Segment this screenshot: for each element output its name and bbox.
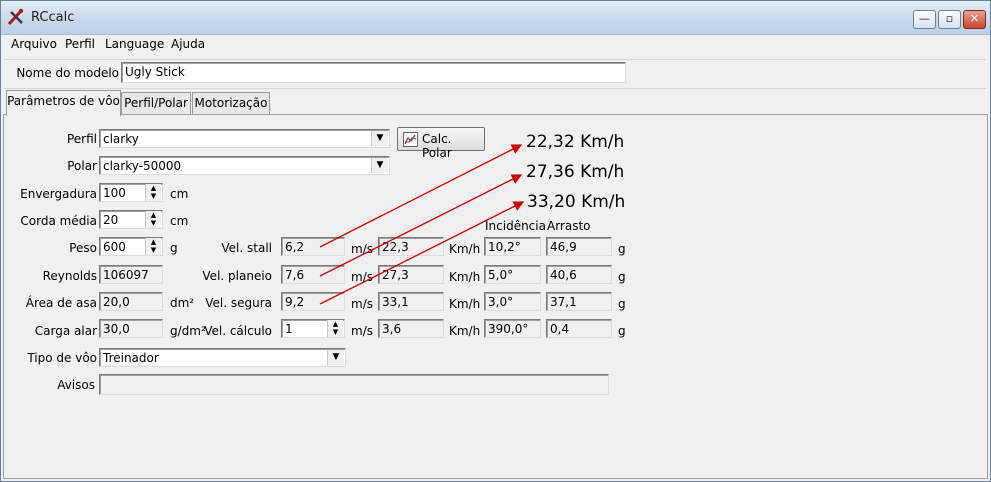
- chevron-down-icon[interactable]: ▼: [371, 131, 388, 146]
- g-unit: g: [618, 297, 626, 311]
- polar-label: Polar: [67, 159, 97, 173]
- app-window: RCcalc — ▫ ✕ Arquivo Perfil Language Aju…: [0, 0, 991, 482]
- chart-icon: [403, 132, 418, 147]
- vel-planeio-arrasto: 40,6: [546, 265, 612, 284]
- envergadura-label: Envergadura: [20, 187, 97, 201]
- minimize-button[interactable]: —: [913, 10, 936, 29]
- vel-calculo-spinner[interactable]: 1 ▲ ▼: [281, 319, 345, 338]
- kmh-unit: Km/h: [449, 324, 481, 338]
- g-unit: g: [618, 324, 626, 338]
- menu-ajuda[interactable]: Ajuda: [171, 37, 205, 51]
- chevron-down-icon[interactable]: ▼: [327, 350, 344, 365]
- model-name-input[interactable]: Ugly Stick: [121, 62, 626, 83]
- menu-language[interactable]: Language: [105, 37, 164, 51]
- vel-stall-kmh: 22,3: [378, 237, 444, 256]
- vel-segura-arrasto: 37,1: [546, 292, 612, 311]
- maximize-button[interactable]: ▫: [938, 10, 961, 29]
- vel-planeio-kmh: 27,3: [378, 265, 444, 284]
- annotation-planeio-kmh: 27,36 Km/h: [526, 162, 625, 182]
- polar-value: clarky-50000: [103, 159, 182, 173]
- vel-stall-ms: 6,2: [281, 237, 345, 256]
- envergadura-value: 100: [103, 186, 126, 200]
- ms-unit: m/s: [351, 270, 373, 284]
- tab-parametros-de-voo[interactable]: Parâmetros de vôo: [6, 90, 121, 116]
- peso-value: 600: [103, 240, 126, 254]
- calc-polar-label: Calc. Polar: [422, 132, 452, 160]
- vel-calculo-value: 1: [285, 322, 293, 336]
- model-name-label: Nome do modelo: [16, 66, 119, 80]
- g-unit: g: [618, 270, 626, 284]
- menu-bar: Arquivo Perfil Language Ajuda: [1, 35, 990, 55]
- avisos-label: Avisos: [57, 378, 95, 392]
- window-title: RCcalc: [31, 10, 75, 25]
- kmh-unit: Km/h: [449, 242, 481, 256]
- vel-stall-incidencia: 10,2°: [484, 237, 541, 256]
- ms-unit: m/s: [351, 297, 373, 311]
- spinner-arrows-icon[interactable]: ▲ ▼: [327, 320, 343, 337]
- app-icon: [7, 8, 24, 26]
- vel-segura-label: Vel. segura: [205, 296, 272, 310]
- corda-media-unit: cm: [170, 214, 189, 228]
- kmh-unit: Km/h: [449, 270, 481, 284]
- menu-arquivo[interactable]: Arquivo: [11, 37, 57, 51]
- corda-media-label: Corda média: [20, 214, 97, 228]
- close-button[interactable]: ✕: [963, 10, 986, 29]
- vel-segura-ms: 9,2: [281, 292, 345, 311]
- title-bar[interactable]: RCcalc — ▫ ✕: [1, 1, 990, 35]
- perfil-value: clarky: [103, 132, 139, 146]
- polar-select[interactable]: clarky-50000 ▼: [99, 156, 390, 175]
- peso-spinner[interactable]: 600 ▲ ▼: [99, 237, 163, 256]
- vel-planeio-label: Vel. planeio: [202, 269, 272, 283]
- tipo-voo-label: Tipo de vôo: [27, 351, 97, 365]
- tab-perfil-polar[interactable]: Perfil/Polar: [121, 92, 191, 115]
- perfil-label: Perfil: [66, 132, 97, 146]
- vel-segura-kmh: 33,1: [378, 292, 444, 311]
- annotation-stall-kmh: 22,32 Km/h: [526, 132, 625, 152]
- area-asa-value: 20,0: [99, 292, 163, 311]
- area-asa-label: Área de asa: [25, 296, 97, 310]
- calc-polar-button[interactable]: Calc. Polar: [397, 127, 485, 160]
- reynolds-label: Reynolds: [42, 269, 97, 283]
- vel-calculo-incidencia: 390,0°: [484, 319, 541, 338]
- avisos-field: [99, 374, 609, 395]
- reynolds-value: 106097: [99, 265, 163, 284]
- annotation-segura-kmh: 33,20 Km/h: [527, 192, 626, 212]
- envergadura-unit: cm: [170, 187, 189, 201]
- vel-calculo-arrasto: 0,4: [546, 319, 612, 338]
- tab-motorizacao[interactable]: Motorização: [192, 92, 270, 115]
- vel-planeio-ms: 7,6: [281, 265, 345, 284]
- ms-unit: m/s: [351, 324, 373, 338]
- g-unit: g: [618, 242, 626, 256]
- vel-calculo-label: Vel. cálculo: [204, 324, 272, 338]
- vel-stall-label: Vel. stall: [221, 241, 272, 255]
- ms-unit: m/s: [351, 242, 373, 256]
- spinner-arrows-icon[interactable]: ▲ ▼: [145, 211, 161, 228]
- menu-perfil[interactable]: Perfil: [65, 37, 95, 51]
- corda-media-spinner[interactable]: 20 ▲ ▼: [99, 210, 163, 229]
- spinner-arrows-icon[interactable]: ▲ ▼: [145, 184, 161, 201]
- spinner-arrows-icon[interactable]: ▲ ▼: [145, 238, 161, 255]
- corda-media-value: 20: [103, 213, 119, 227]
- chevron-down-icon[interactable]: ▼: [371, 158, 388, 173]
- carga-alar-value: 30,0: [99, 319, 163, 338]
- vel-calculo-kmh: 3,6: [378, 319, 444, 338]
- tipo-voo-select[interactable]: Treinador ▼: [99, 348, 346, 367]
- vel-stall-arrasto: 46,9: [546, 237, 612, 256]
- carga-alar-label: Carga alar: [34, 324, 97, 338]
- vel-planeio-incidencia: 5,0°: [484, 265, 541, 284]
- arrasto-header: Arrasto: [547, 219, 591, 233]
- kmh-unit: Km/h: [449, 297, 481, 311]
- peso-label: Peso: [69, 241, 97, 255]
- incidencia-header: Incidência: [485, 219, 546, 233]
- tipo-voo-value: Treinador: [103, 351, 159, 365]
- envergadura-spinner[interactable]: 100 ▲ ▼: [99, 183, 163, 202]
- vel-segura-incidencia: 3,0°: [484, 292, 541, 311]
- peso-unit: g: [170, 241, 178, 255]
- perfil-select[interactable]: clarky ▼: [99, 129, 390, 148]
